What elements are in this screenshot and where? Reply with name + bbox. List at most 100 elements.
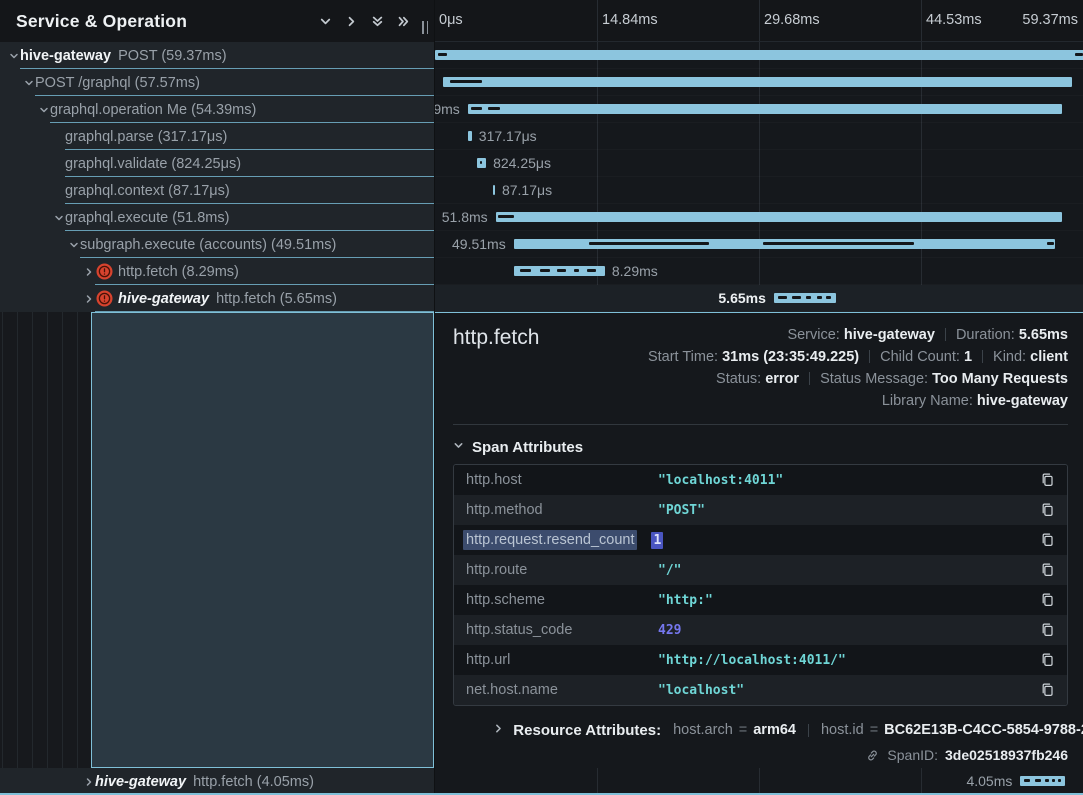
attribute-row[interactable]: http.status_code429 [454, 615, 1067, 645]
tree-row[interactable]: hive-gatewayhttp.fetch (5.65ms) [0, 285, 434, 312]
span-id-value: 3de02518937fb246 [945, 747, 1068, 763]
resource-attributes-title: Resource Attributes: [513, 722, 661, 739]
attribute-row[interactable]: http.route"/" [454, 555, 1067, 585]
timeline-row[interactable]: 824.25μs [435, 150, 1083, 177]
child-span-mark [471, 107, 482, 110]
panel-resize-handle[interactable] [422, 21, 428, 34]
tree-row[interactable]: subgraph.execute (accounts) (49.51ms) [0, 231, 434, 258]
metadata-label: Start Time: [648, 349, 722, 365]
tree-row[interactable]: hive-gatewayhttp.fetch (4.05ms) [0, 768, 434, 793]
span-bar[interactable] [496, 212, 1062, 222]
timeline-row[interactable]: 87.17μs [435, 177, 1083, 204]
duration-label: 5.65ms [718, 285, 765, 311]
copy-icon[interactable] [1040, 622, 1055, 638]
divider [982, 350, 983, 363]
indent-guide [32, 312, 33, 768]
attribute-row[interactable]: http.host"localhost:4011" [454, 465, 1067, 495]
copy-icon[interactable] [1040, 532, 1055, 548]
span-bar[interactable] [477, 158, 486, 168]
attribute-row[interactable]: http.method"POST" [454, 495, 1067, 525]
copy-icon[interactable] [1040, 682, 1055, 698]
span-label: POST /graphql (57.57ms) [35, 75, 200, 91]
timeline-row[interactable]: 4.05ms [435, 768, 1083, 793]
span-bar[interactable] [443, 77, 1072, 87]
child-span-mark [540, 269, 550, 272]
tree-panel-header: Service & Operation [0, 0, 434, 42]
tree-row[interactable]: POST /graphql (57.57ms) [0, 69, 434, 96]
copy-icon[interactable] [1040, 502, 1055, 518]
span-bar[interactable] [435, 50, 1083, 60]
span-bar[interactable] [1020, 776, 1064, 786]
copy-icon[interactable] [1040, 592, 1055, 608]
panel-title: Service & Operation [16, 11, 312, 32]
span-bar[interactable] [514, 239, 1055, 249]
span-attributes-header[interactable]: Span Attributes [453, 437, 1068, 457]
chevron-right-icon[interactable] [82, 267, 95, 277]
metadata-line: Library Name: hive-gateway [648, 390, 1068, 412]
chevron-down-icon[interactable] [67, 240, 80, 250]
chevron-down-icon[interactable] [52, 213, 65, 223]
double-chevron-down-icon[interactable] [364, 8, 390, 34]
attribute-row[interactable]: http.scheme"http:" [454, 585, 1067, 615]
attribute-row[interactable]: http.url"http://localhost:4011/" [454, 645, 1067, 675]
tree-row[interactable]: hive-gatewayPOST (59.37ms) [0, 42, 434, 69]
tree-row[interactable]: graphql.validate (824.25μs) [0, 150, 434, 177]
child-span-mark [1058, 779, 1062, 782]
timeline-row[interactable]: 54.39ms [435, 96, 1083, 123]
child-span-mark [1045, 779, 1049, 782]
chevron-right-icon[interactable] [338, 8, 364, 34]
child-span-mark [450, 80, 481, 83]
span-detail-panel: http.fetch Service: hive-gatewayDuration… [435, 312, 1083, 768]
attribute-row[interactable]: net.host.name"localhost" [454, 675, 1067, 705]
copy-icon[interactable] [1040, 562, 1055, 578]
attribute-key: http.status_code [466, 622, 658, 638]
span-label: graphql.operation Me (54.39ms) [50, 102, 256, 118]
metadata-label: Child Count: [880, 349, 964, 365]
attribute-row[interactable]: http.request.resend_count1 [454, 525, 1067, 555]
chevron-down-icon[interactable] [37, 105, 50, 115]
child-span-mark [1075, 53, 1083, 56]
child-span-mark [1035, 779, 1041, 782]
timeline-row[interactable]: 59.37ms [435, 42, 1083, 69]
span-bar[interactable] [774, 293, 836, 303]
chevron-down-icon[interactable] [312, 8, 338, 34]
chevron-down-icon[interactable] [7, 51, 20, 61]
timeline-ruler: 0μs 14.84ms 29.68ms 44.53ms 59.37ms [435, 0, 1083, 42]
tree-row[interactable]: graphql.operation Me (54.39ms) [0, 96, 434, 123]
metadata-value: error [765, 371, 799, 387]
span-bar[interactable] [468, 104, 1063, 114]
resource-attributes-header[interactable]: Resource Attributes: host.arch=arm64host… [453, 718, 1068, 742]
child-span-mark [792, 296, 801, 299]
tree-row[interactable]: graphql.execute (51.8ms) [0, 204, 434, 231]
tree-row[interactable]: graphql.context (87.17μs) [0, 177, 434, 204]
indent-guide [77, 312, 78, 768]
timeline-row[interactable]: 5.65ms [435, 285, 1083, 312]
copy-icon[interactable] [1040, 472, 1055, 488]
attribute-value: 429 [658, 623, 1040, 638]
span-label: http.fetch (8.29ms) [118, 264, 239, 280]
span-label: http.fetch (5.65ms) [216, 291, 337, 307]
span-bar[interactable] [493, 185, 495, 195]
child-span-mark [817, 296, 822, 299]
metadata-value: client [1030, 349, 1068, 365]
metadata-label: Status: [716, 371, 765, 387]
chevron-right-icon[interactable] [82, 777, 95, 787]
timeline-row[interactable]: 51.8ms [435, 204, 1083, 231]
link-icon[interactable] [865, 748, 880, 763]
chevron-right-icon[interactable] [82, 294, 95, 304]
child-span-mark [1047, 242, 1054, 245]
timeline-row[interactable]: 317.17μs [435, 123, 1083, 150]
child-span-mark [498, 215, 513, 218]
timeline-row[interactable]: 57.57ms [435, 69, 1083, 96]
bottom-span-row: hive-gatewayhttp.fetch (4.05ms) 4.05ms [0, 768, 1083, 795]
copy-icon[interactable] [1040, 652, 1055, 668]
timeline-row[interactable]: 49.51ms [435, 231, 1083, 258]
chevron-down-icon[interactable] [22, 78, 35, 88]
span-bar[interactable] [468, 131, 471, 141]
double-chevron-right-icon[interactable] [390, 8, 416, 34]
tree-row[interactable]: http.fetch (8.29ms) [0, 258, 434, 285]
timeline-panel: 0μs 14.84ms 29.68ms 44.53ms 59.37ms 59.3… [434, 0, 1083, 768]
tree-row[interactable]: graphql.parse (317.17μs) [0, 123, 434, 150]
span-bar[interactable] [514, 266, 605, 276]
timeline-row[interactable]: 8.29ms [435, 258, 1083, 285]
